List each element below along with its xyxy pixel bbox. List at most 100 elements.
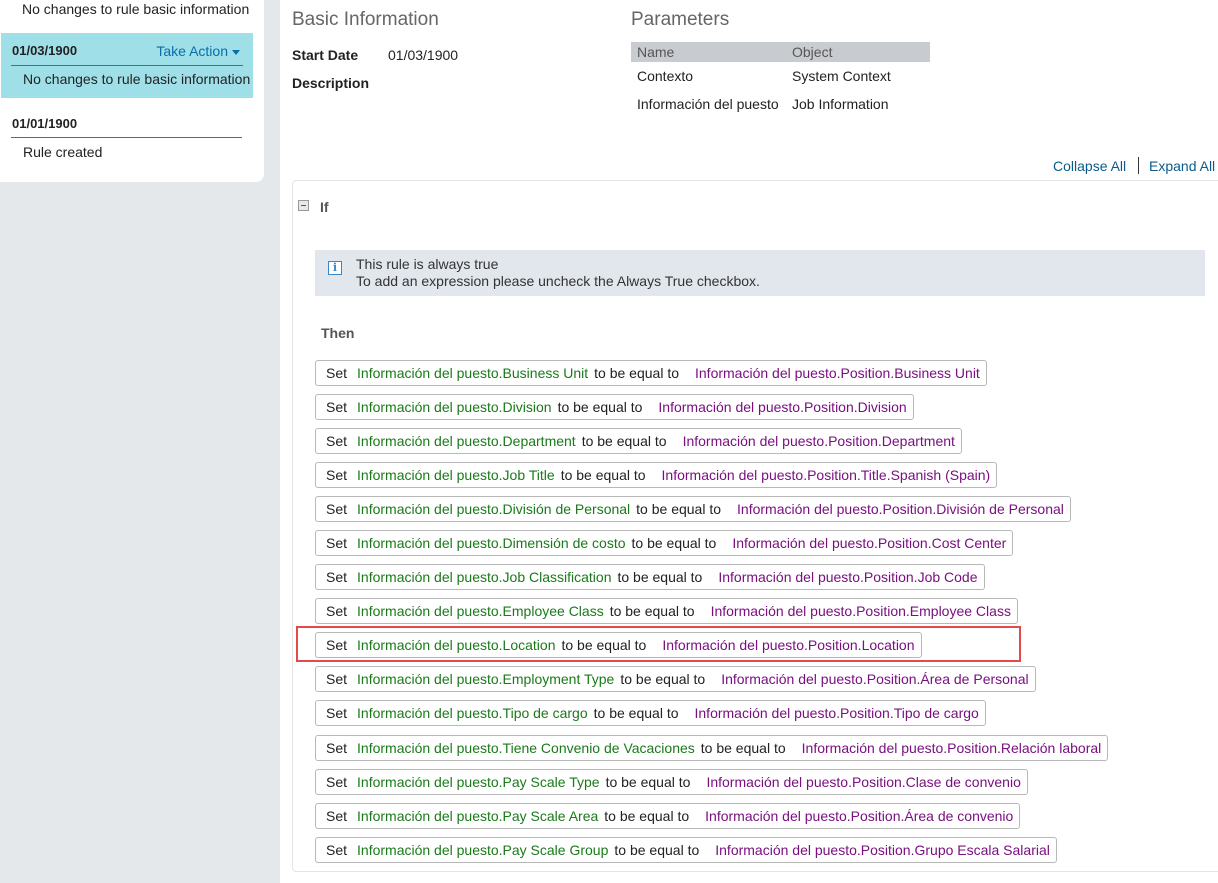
equal-keyword: to be equal to [609,603,695,619]
equal-keyword: to be equal to [560,467,646,483]
target-field[interactable]: Información del puesto.Pay Scale Group [357,838,608,862]
equal-keyword: to be equal to [614,842,700,858]
parameters-heading: Parameters [631,9,730,30]
set-keyword: Set [326,399,348,415]
set-keyword: Set [326,433,348,449]
target-field[interactable]: Información del puesto.Dimensión de cost… [357,531,625,555]
target-field[interactable]: Información del puesto.Pay Scale Area [357,804,598,828]
equal-keyword: to be equal to [636,501,722,517]
value-field[interactable]: Información del puesto.Position.Grupo Es… [715,838,1050,862]
divider [11,65,243,66]
set-keyword: Set [326,774,348,790]
set-keyword: Set [326,365,348,381]
value-field[interactable]: Información del puesto.Position.Division [658,395,906,419]
equal-keyword: to be equal to [593,705,679,721]
set-keyword: Set [326,569,348,585]
equal-keyword: to be equal to [594,365,679,381]
equal-keyword: to be equal to [631,535,717,551]
set-keyword: Set [326,705,348,721]
value-field[interactable]: Información del puesto.Position.Relación… [802,736,1102,760]
equal-keyword: to be equal to [617,569,703,585]
collapse-all-link[interactable]: Collapse All [1053,158,1126,174]
target-field[interactable]: Información del puesto.Employee Class [357,599,604,623]
set-keyword: Set [326,603,348,619]
history-entry-text: No changes to rule basic information [23,71,251,87]
then-section-label: Then [321,325,355,341]
parameter-name: Contexto [637,68,694,84]
set-expression-row[interactable]: Set Información del puesto.Tipo de cargo t… [315,700,986,726]
set-expression-row[interactable]: Set Información del puesto.Pay Scale Grou… [315,837,1057,863]
start-date-label: Start Date [292,47,359,63]
target-field[interactable]: Información del puesto.Job Title [357,463,555,487]
history-entry-date[interactable]: 01/01/1900 [12,116,77,131]
equal-keyword: to be equal to [605,774,691,790]
history-panel: No changes to rule basic information 01/… [0,0,264,182]
value-field[interactable]: Información del puesto.Position.Cost Cen… [732,531,1006,555]
equal-keyword: to be equal to [557,399,643,415]
parameter-object: Job Information [792,96,889,112]
column-header-name: Name [637,44,675,60]
value-field[interactable]: Información del puesto.Position.Departme… [683,429,955,453]
take-action-dropdown[interactable]: Take Action [156,43,240,59]
target-field[interactable]: Información del puesto.Employment Type [357,667,614,691]
set-expression-row[interactable]: Set Información del puesto.Dimensión de c… [315,530,1014,556]
target-field[interactable]: Información del puesto.Job Classificatio… [357,565,611,589]
equal-keyword: to be equal to [700,740,786,756]
equal-keyword: to be equal to [620,671,706,687]
set-expression-row[interactable]: Set Información del puesto.Business Unit t… [315,360,987,386]
set-expression-row[interactable]: Set Información del puesto.División de Pe… [315,496,1071,522]
highlight-annotation [296,626,1021,662]
equal-keyword: to be equal to [604,808,690,824]
set-keyword: Set [326,535,348,551]
info-message-title: This rule is always true [356,256,499,272]
value-field[interactable]: Información del puesto.Position.Title.Sp… [662,463,991,487]
collapse-toggle-icon[interactable] [298,200,309,211]
divider [11,137,242,138]
parameters-table-header: Name Object [631,42,930,62]
value-field[interactable]: Información del puesto.Position.Clase de… [706,770,1020,794]
value-field[interactable]: Información del puesto.Position.Área de … [721,667,1028,691]
history-entry-text: No changes to rule basic information [22,1,250,17]
set-keyword: Set [326,501,348,517]
set-keyword: Set [326,671,348,687]
target-field[interactable]: Información del puesto.Department [357,429,576,453]
history-entry-text: Rule created [23,144,103,160]
set-expression-row[interactable]: Set Información del puesto.Division to be … [315,394,914,420]
set-expression-row[interactable]: Set Información del puesto.Department to b… [315,428,962,454]
value-field[interactable]: Información del puesto.Position.Business… [695,361,980,385]
value-field[interactable]: Información del puesto.Position.Job Code [718,565,977,589]
set-expression-row[interactable]: Set Información del puesto.Employment Typ… [315,666,1036,692]
expand-all-link[interactable]: Expand All [1149,158,1215,174]
value-field[interactable]: Información del puesto.Position.Área de … [705,804,1013,828]
link-separator [1138,157,1139,174]
set-expression-row[interactable]: Set Información del puesto.Tiene Convenio… [315,735,1109,761]
parameter-name: Información del puesto [637,96,779,112]
description-label: Description [292,75,370,91]
target-field[interactable]: Información del puesto.Tipo de cargo [357,701,588,725]
set-expression-row[interactable]: Set Información del puesto.Employee Class… [315,598,1018,624]
equal-keyword: to be equal to [581,433,667,449]
set-expression-row[interactable]: Set Información del puesto.Job Classifica… [315,564,985,590]
set-expression-row[interactable]: Set Información del puesto.Job Title to be… [315,462,998,488]
target-field[interactable]: Información del puesto.Division [357,395,552,419]
set-keyword: Set [326,808,348,824]
value-field[interactable]: Información del puesto.Position.Tipo de … [695,701,979,725]
info-message: i This rule is always true To add an exp… [315,250,1205,296]
history-entry-date: 01/03/1900 [12,43,78,58]
value-field[interactable]: Información del puesto.Position.Employee… [711,599,1011,623]
set-expression-row[interactable]: Set Información del puesto.Pay Scale Area… [315,803,1021,829]
info-icon: i [328,261,342,275]
set-expression-row[interactable]: Set Información del puesto.Pay Scale Type… [315,769,1028,795]
set-keyword: Set [326,467,348,483]
set-keyword: Set [326,740,348,756]
target-field[interactable]: Información del puesto.Pay Scale Type [357,770,600,794]
info-message-detail: To add an expression please uncheck the … [356,273,760,289]
target-field[interactable]: Información del puesto.Tiene Convenio de… [357,736,695,760]
target-field[interactable]: Información del puesto.División de Perso… [357,497,630,521]
target-field[interactable]: Información del puesto.Business Unit [357,361,588,385]
basic-information-heading: Basic Information [292,9,439,30]
take-action-label: Take Action [156,43,228,59]
set-keyword: Set [326,842,348,858]
history-entry-selected[interactable]: 01/03/1900 Take Action No changes to rul… [1,33,253,98]
value-field[interactable]: Información del puesto.Position.División… [737,497,1064,521]
